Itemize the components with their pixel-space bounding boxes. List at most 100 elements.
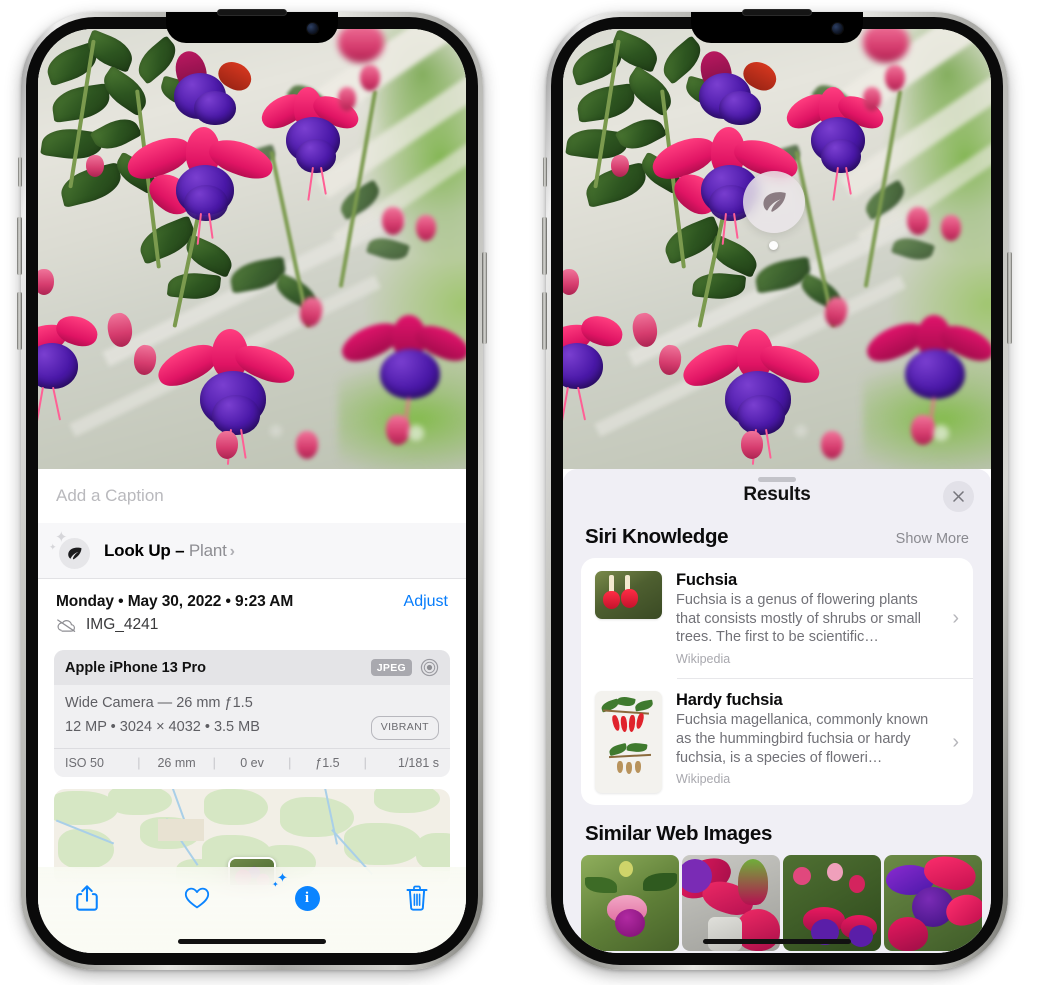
front-camera [307, 23, 318, 34]
sparkle-icon: ✦ [272, 880, 279, 889]
corolla [296, 139, 336, 173]
result-thumbnail [595, 571, 662, 619]
thumb-flower [628, 714, 636, 733]
chevron-right-icon: › [952, 730, 959, 753]
share-button[interactable] [66, 878, 108, 918]
visual-lookup-badge[interactable] [743, 171, 805, 233]
flower-bud [911, 415, 935, 445]
cloud-slash-icon [57, 618, 76, 632]
earpiece-speaker [742, 9, 812, 16]
similar-image[interactable] [783, 855, 881, 952]
result-thumbnail [595, 691, 662, 794]
photo-viewer-right[interactable] [563, 29, 991, 469]
flower-bud [360, 65, 380, 91]
map-feature [158, 819, 204, 842]
volume-up-button-left[interactable] [17, 217, 22, 275]
photo-viewer[interactable] [38, 29, 466, 469]
map-green-area [58, 829, 114, 870]
flower-bud [941, 215, 961, 241]
bokeh-highlight [408, 425, 424, 441]
home-indicator[interactable] [703, 939, 851, 944]
result-title: Fuchsia [676, 571, 737, 589]
result-text: Hardy fuchsia Fuchsia magellanica, commo… [676, 691, 936, 793]
camera-header-badges: JPEG [370, 658, 439, 677]
flower-bud [216, 431, 238, 459]
exif-row: ISO 50 | 26 mm | 0 ev | ƒ1.5 | 1/181 s [54, 748, 450, 777]
look-up-label: Look Up – Plant › [104, 541, 235, 561]
caption-row[interactable]: Add a Caption [38, 469, 466, 523]
trash-icon [406, 885, 428, 911]
list-item[interactable]: Fuchsia Fuchsia is a genus of flowering … [581, 558, 973, 678]
caption-input[interactable]: Add a Caption [56, 486, 164, 506]
volume-down-button-left[interactable] [17, 292, 22, 350]
background-blur [708, 917, 742, 952]
bokeh-highlight [933, 425, 949, 441]
show-more-button[interactable]: Show More [896, 531, 969, 547]
flower-bud [338, 87, 356, 111]
look-up-icon-wrap: ✦ ✦ [49, 530, 90, 569]
leaf-shape [585, 877, 617, 894]
look-up-row[interactable]: ✦ ✦ Look Up – Plant › [38, 523, 466, 579]
corolla [563, 343, 603, 389]
close-icon [953, 491, 964, 502]
power-button-left[interactable] [482, 252, 487, 344]
thumb-leaf [626, 741, 648, 754]
corolla [821, 139, 861, 173]
notch-left [166, 9, 338, 43]
mute-switch-right[interactable] [543, 157, 547, 187]
info-button[interactable]: ✦ ✦ i [272, 871, 328, 918]
volume-up-button-right[interactable] [542, 217, 547, 275]
similar-image[interactable] [682, 855, 780, 952]
photo-datetime: Monday • May 30, 2022 • 9:23 AM [56, 593, 294, 610]
sparkle-icon: ✦ [49, 541, 57, 552]
map-green-area [108, 789, 172, 816]
close-button[interactable] [943, 481, 974, 512]
home-indicator[interactable] [178, 939, 326, 944]
siri-knowledge-title: Siri Knowledge [585, 525, 729, 548]
fuchsia-flower [122, 125, 278, 245]
similar-images-strip[interactable] [563, 855, 991, 952]
look-up-subject: Plant [188, 540, 227, 560]
camera-metadata-card[interactable]: Apple iPhone 13 Pro JPEG Wide Camera — 2… [54, 650, 450, 778]
map-green-area [374, 789, 440, 814]
notch-right [691, 9, 863, 43]
stamen [52, 386, 62, 421]
delete-button[interactable] [396, 878, 438, 918]
similar-image[interactable] [884, 855, 982, 952]
sepal [888, 917, 928, 952]
thumb-flower [611, 714, 621, 732]
result-source: Wikipedia [676, 772, 731, 787]
volume-down-button-right[interactable] [542, 292, 547, 350]
list-item[interactable]: Hardy fuchsia Fuchsia magellanica, commo… [581, 678, 973, 805]
info-icon: i [294, 885, 320, 911]
result-text: Fuchsia Fuchsia is a genus of flowering … [676, 571, 936, 666]
heart-icon [184, 887, 210, 909]
adjust-button[interactable]: Adjust [404, 593, 448, 611]
flower-bud [741, 431, 763, 459]
thumb-flower [626, 762, 632, 775]
thumb-leaf [608, 743, 628, 757]
camera-metadata-header: Apple iPhone 13 Pro JPEG [54, 650, 450, 685]
corolla [737, 395, 785, 435]
favorite-button[interactable] [176, 878, 218, 918]
leaf-icon [763, 192, 786, 212]
earpiece-speaker [217, 9, 287, 16]
photo-info-sheet: Add a Caption ✦ ✦ Look Up – Plant › Mond… [38, 469, 466, 953]
phone-right: Results Siri Knowledge Show More Fuchsia… [542, 9, 1012, 970]
power-button-right[interactable] [1007, 252, 1012, 344]
visual-lookup-anchor-dot [769, 241, 778, 250]
similar-image[interactable] [581, 855, 679, 952]
result-description: Fuchsia is a genus of flowering plants t… [676, 592, 921, 646]
thumb-flower [635, 712, 645, 730]
flower-bud [611, 155, 629, 177]
format-badge: JPEG [370, 659, 412, 676]
front-camera [832, 23, 843, 34]
mute-switch-left[interactable] [18, 157, 22, 187]
results-title: Results [743, 484, 811, 505]
flower-bud [416, 215, 436, 241]
image-size-info: 12 MP • 3024 × 4032 • 3.5 MB [65, 719, 260, 736]
exif-shutter: 1/181 s [398, 756, 440, 771]
fuchsia-flower [691, 47, 782, 131]
stamen [563, 386, 569, 427]
look-up-title: Look Up – [104, 540, 185, 560]
